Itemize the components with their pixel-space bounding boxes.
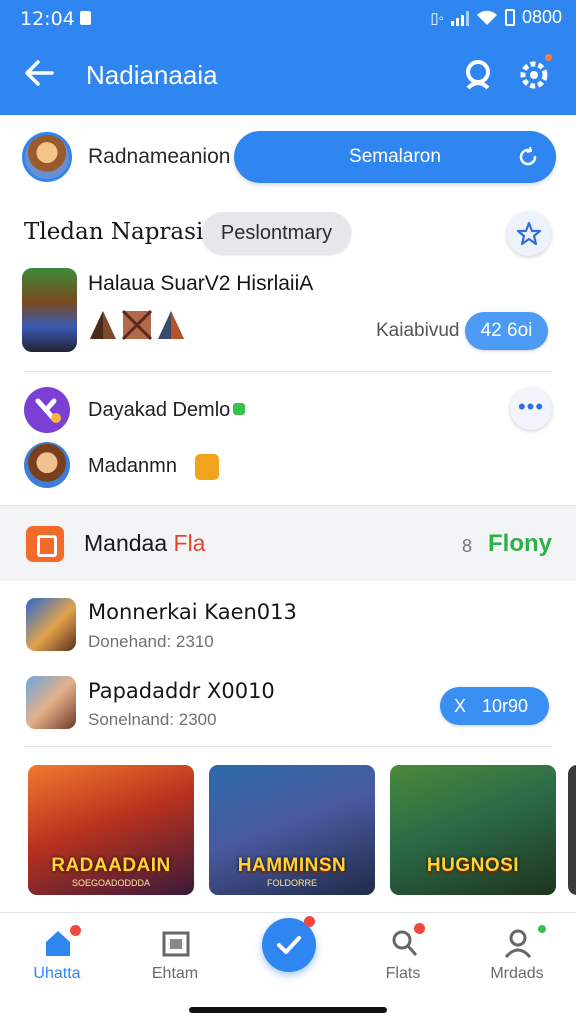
signal-icon [450, 10, 469, 26]
game-banner-subtitle: SOEGOADODDDA [71, 878, 150, 888]
friend-name[interactable]: Dayakad Demlo [88, 399, 246, 422]
band-title: Mandaa Fla [84, 530, 206, 556]
arrow-left-icon[interactable] [22, 56, 56, 90]
notification-badge [543, 52, 554, 63]
game-banner[interactable] [568, 765, 576, 895]
game-banner[interactable]: RADAADAIN SOEGOADODDDA [28, 765, 194, 895]
settings-gear-icon[interactable] [516, 52, 554, 92]
online-status-icon [233, 403, 246, 415]
list-item-thumbnail[interactable] [26, 676, 76, 729]
list-item-subtitle: Donehand: 2310 [88, 632, 214, 651]
game-meta: Kaiabivud [376, 320, 460, 341]
friend-avatar[interactable] [24, 387, 70, 433]
nav-item-store[interactable]: Ehtam [130, 913, 220, 1003]
game-title[interactable]: Halaua SuarV2 HisrlaiiA [88, 272, 313, 296]
status-bar: 12:04 ▯◦ 0800 [0, 0, 576, 36]
band-link[interactable]: Flony [488, 530, 552, 558]
list-item-title[interactable]: Monnerkai Kaen013 [88, 600, 297, 624]
game-thumbnail[interactable] [22, 268, 77, 352]
checkmark-fab-button[interactable] [262, 916, 316, 972]
nav-item-friends[interactable]: Flats [358, 913, 448, 1003]
filter-chip[interactable]: Peslontmary [202, 212, 351, 254]
list-item-subtitle: Sonelnand: 2300 [88, 710, 217, 729]
notification-dot [70, 925, 81, 936]
friend-name[interactable]: Madanmn [88, 455, 177, 478]
star-icon [516, 221, 542, 246]
x-logo-icon [35, 398, 61, 423]
more-button[interactable]: ••• [510, 388, 552, 430]
nav-item-home[interactable]: Uhatta [12, 913, 102, 1003]
profile-icon[interactable] [460, 56, 496, 92]
online-status-icon [538, 925, 546, 933]
x-icon: X [454, 696, 467, 716]
status-right-text: 0800 [521, 7, 562, 27]
game-banner-subtitle: FOLDORRE [266, 878, 317, 888]
band-count: 8 [462, 536, 473, 556]
game-banner-title: HUGNOSI [426, 855, 520, 876]
list-item-action-button[interactable]: X 10r90 [440, 687, 549, 725]
tile-icon [90, 311, 116, 339]
list-item-title[interactable]: Papadaddr X0010 [88, 679, 275, 703]
notification-icon [80, 11, 91, 25]
home-indicator [189, 1007, 387, 1013]
status-icons: ▯◦ 0800 [430, 7, 562, 28]
nav-item-profile[interactable]: Mrdads [472, 913, 562, 1003]
friend-avatar[interactable] [24, 442, 70, 488]
game-banner[interactable]: HUGNOSI [390, 765, 556, 895]
tile-icon [122, 309, 152, 341]
nav-label: Ehtam [151, 965, 199, 982]
trophy-icon [195, 454, 219, 480]
primary-action-label: Semalaron [349, 146, 441, 167]
avatar[interactable] [22, 132, 72, 182]
app-bar: Nadianaaia [0, 40, 576, 110]
count-badge[interactable]: 42 6oi [465, 312, 548, 350]
profile-name: Radnameanion [88, 145, 231, 168]
divider [24, 371, 552, 372]
status-time: 12:04 [20, 8, 75, 30]
tile-icon [158, 311, 184, 339]
game-banner[interactable]: HAMMINSN FOLDORRE [209, 765, 375, 895]
section-title: Tledan Naprasii [24, 219, 211, 245]
list-item-thumbnail[interactable] [26, 598, 76, 651]
more-dots-icon: ••• [517, 394, 545, 419]
notification-dot [414, 923, 425, 934]
notification-dot [304, 916, 315, 927]
divider [24, 746, 552, 747]
refresh-icon [519, 146, 537, 166]
primary-action-button[interactable]: Semalaron [234, 131, 556, 183]
nav-label: Flats [385, 965, 421, 982]
box-icon [162, 931, 190, 957]
game-banner-title: HAMMINSN [237, 855, 347, 876]
wifi-icon [476, 10, 497, 25]
game-banner-title: RADAADAIN [51, 855, 171, 876]
star-button[interactable] [507, 212, 551, 256]
nav-label: Mrdads [490, 965, 544, 982]
page-title: Nadianaaia [86, 60, 218, 90]
top-bar: 12:04 ▯◦ 0800 Nadianaaia [0, 0, 576, 115]
battery-icon [504, 9, 515, 26]
vibrate-icon: ▯◦ [430, 9, 444, 27]
list-item-action-value: 10r90 [482, 696, 529, 716]
person-icon [504, 929, 532, 959]
app-logo-icon [26, 526, 64, 562]
nav-label: Uhatta [33, 965, 81, 982]
